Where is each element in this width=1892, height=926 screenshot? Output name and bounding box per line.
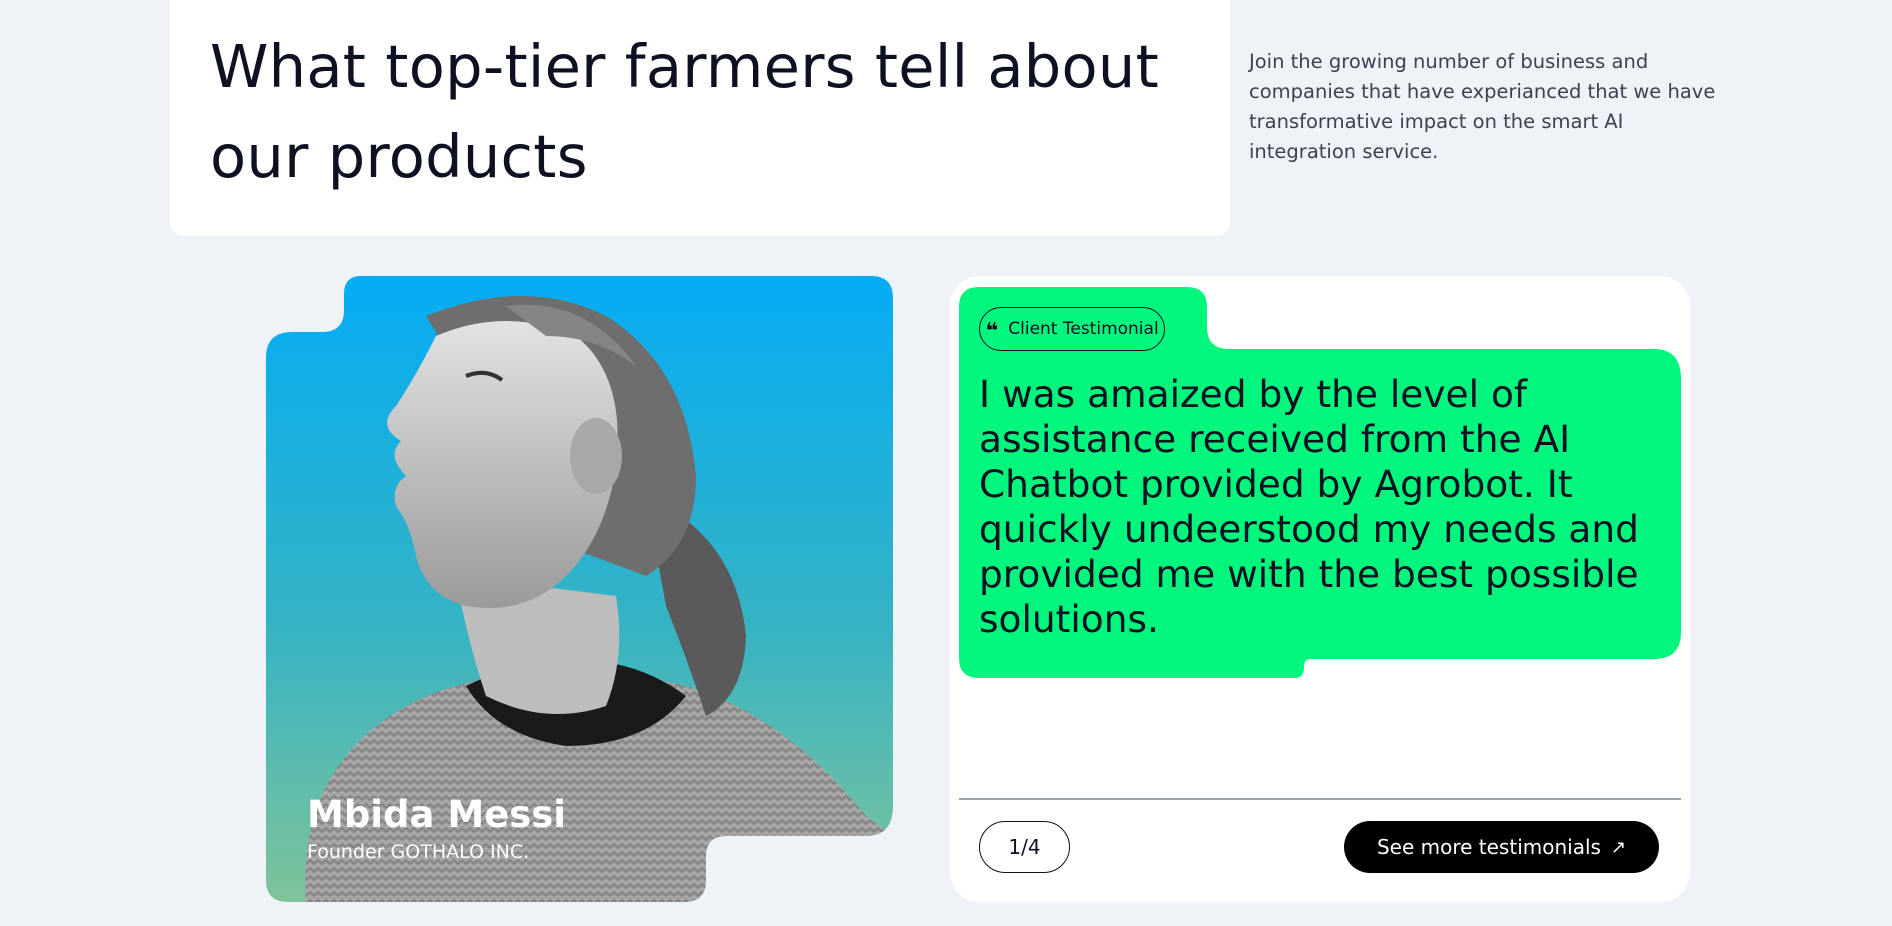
arrow-up-right-icon: ↗ — [1610, 836, 1627, 858]
client-testimonial-tag: ❝ Client Testimonial — [979, 307, 1165, 351]
section-intro: Join the growing number of business and … — [1249, 50, 1716, 163]
button-label: See more testimonials — [1376, 835, 1601, 859]
divider — [959, 798, 1681, 800]
client-role: Founder GOTHALO INC. — [307, 841, 530, 863]
quote-icon: ❝ — [985, 319, 999, 344]
testimonial-card: ❝ Client Testimonial I was amaized by th… — [950, 276, 1690, 902]
section-title: What top-tier farmers tell about our pro… — [210, 32, 1160, 191]
testimonial-quote: I was amaized by the level of assistance… — [979, 372, 1639, 641]
headline-card: What top-tier farmers tell about our pro… — [170, 0, 1230, 236]
see-more-testimonials-button[interactable]: See more testimonials ↗ — [1344, 821, 1659, 873]
client-name: Mbida Messi — [307, 793, 566, 836]
testimonial-counter: 1/4 — [979, 821, 1070, 873]
client-photo-card: Mbida Messi Founder GOTHALO INC. — [266, 276, 893, 902]
tag-label: Client Testimonial — [1008, 319, 1159, 339]
